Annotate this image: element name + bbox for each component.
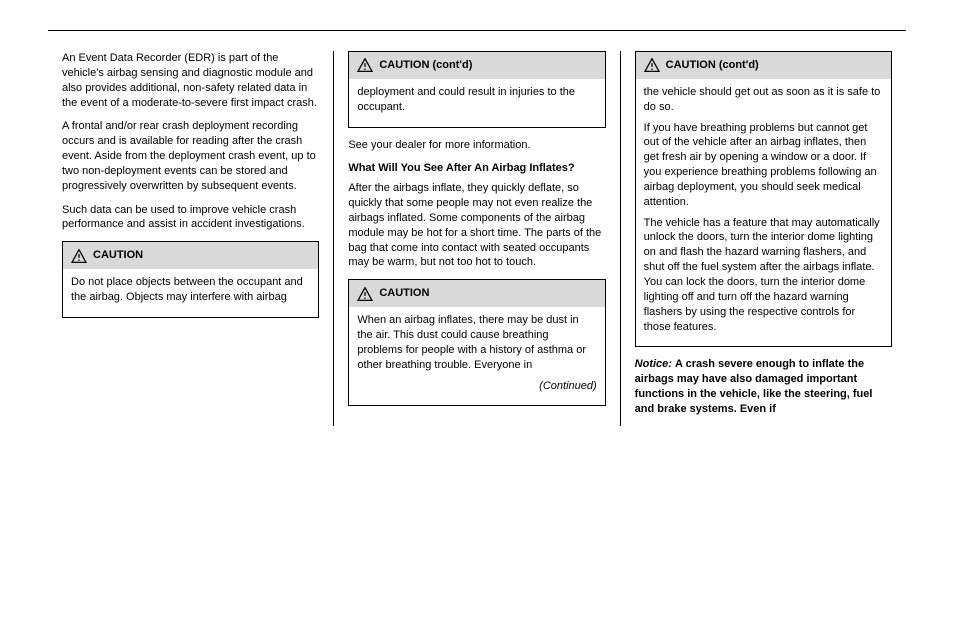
- continued-label: (Continued): [357, 379, 596, 394]
- column-1: An Event Data Recorder (EDR) is part of …: [48, 51, 333, 426]
- warning-triangle-icon: [644, 58, 660, 72]
- header-rule: [48, 30, 906, 31]
- notice-label: Notice:: [635, 358, 672, 370]
- caution-label: CAUTION: [93, 248, 143, 263]
- col2-paragraph-2: After the airbags inflate, they quickly …: [348, 181, 605, 270]
- caution-box-1-cont-text: deployment and could result in injuries …: [357, 85, 596, 115]
- caution-box-1-text: Do not place objects between the occupan…: [71, 275, 310, 305]
- caution-label-contd: CAUTION (cont'd): [379, 58, 472, 73]
- caution-box-1-head: CAUTION: [63, 242, 318, 269]
- caution-label-2-contd: CAUTION (cont'd): [666, 58, 759, 73]
- caution-box-2-cont-head: CAUTION (cont'd): [636, 52, 891, 79]
- caution-box-1-body: Do not place objects between the occupan…: [63, 269, 318, 317]
- col2-paragraph-1: See your dealer for more information.: [348, 138, 605, 153]
- col1-paragraph-2: A frontal and/or rear crash deployment r…: [62, 119, 319, 193]
- col2-subheading: What Will You See After An Airbag Inflat…: [348, 161, 605, 176]
- caution-box-1: CAUTION Do not place objects between the…: [62, 241, 319, 318]
- warning-triangle-icon: [357, 287, 373, 301]
- caution-label-2: CAUTION: [379, 286, 429, 301]
- caution-box-2-cont-p3: The vehicle has a feature that may autom…: [644, 216, 883, 335]
- caution-box-2-cont-p2: If you have breathing problems but canno…: [644, 121, 883, 210]
- caution-box-2-head: CAUTION: [349, 280, 604, 307]
- column-3: CAUTION (cont'd) the vehicle should get …: [620, 51, 906, 426]
- content-columns: An Event Data Recorder (EDR) is part of …: [48, 51, 906, 426]
- caution-box-1-cont-head: CAUTION (cont'd): [349, 52, 604, 79]
- warning-triangle-icon: [71, 249, 87, 263]
- caution-box-2-cont-body: the vehicle should get out as soon as it…: [636, 79, 891, 347]
- caution-box-1-cont: CAUTION (cont'd) deployment and could re…: [348, 51, 605, 128]
- col1-paragraph-3: Such data can be used to improve vehicle…: [62, 203, 319, 233]
- col1-paragraph-1: An Event Data Recorder (EDR) is part of …: [62, 51, 319, 110]
- caution-box-2-cont-p1: the vehicle should get out as soon as it…: [644, 85, 883, 115]
- column-2: CAUTION (cont'd) deployment and could re…: [333, 51, 619, 426]
- caution-box-2-p1: When an airbag inflates, there may be du…: [357, 313, 596, 372]
- warning-triangle-icon: [357, 58, 373, 72]
- caution-box-1-cont-body: deployment and could result in injuries …: [349, 79, 604, 127]
- caution-box-2-body: When an airbag inflates, there may be du…: [349, 307, 604, 405]
- caution-box-2-cont: CAUTION (cont'd) the vehicle should get …: [635, 51, 892, 347]
- caution-box-2: CAUTION When an airbag inflates, there m…: [348, 279, 605, 406]
- notice-paragraph: Notice: A crash severe enough to inflate…: [635, 357, 892, 416]
